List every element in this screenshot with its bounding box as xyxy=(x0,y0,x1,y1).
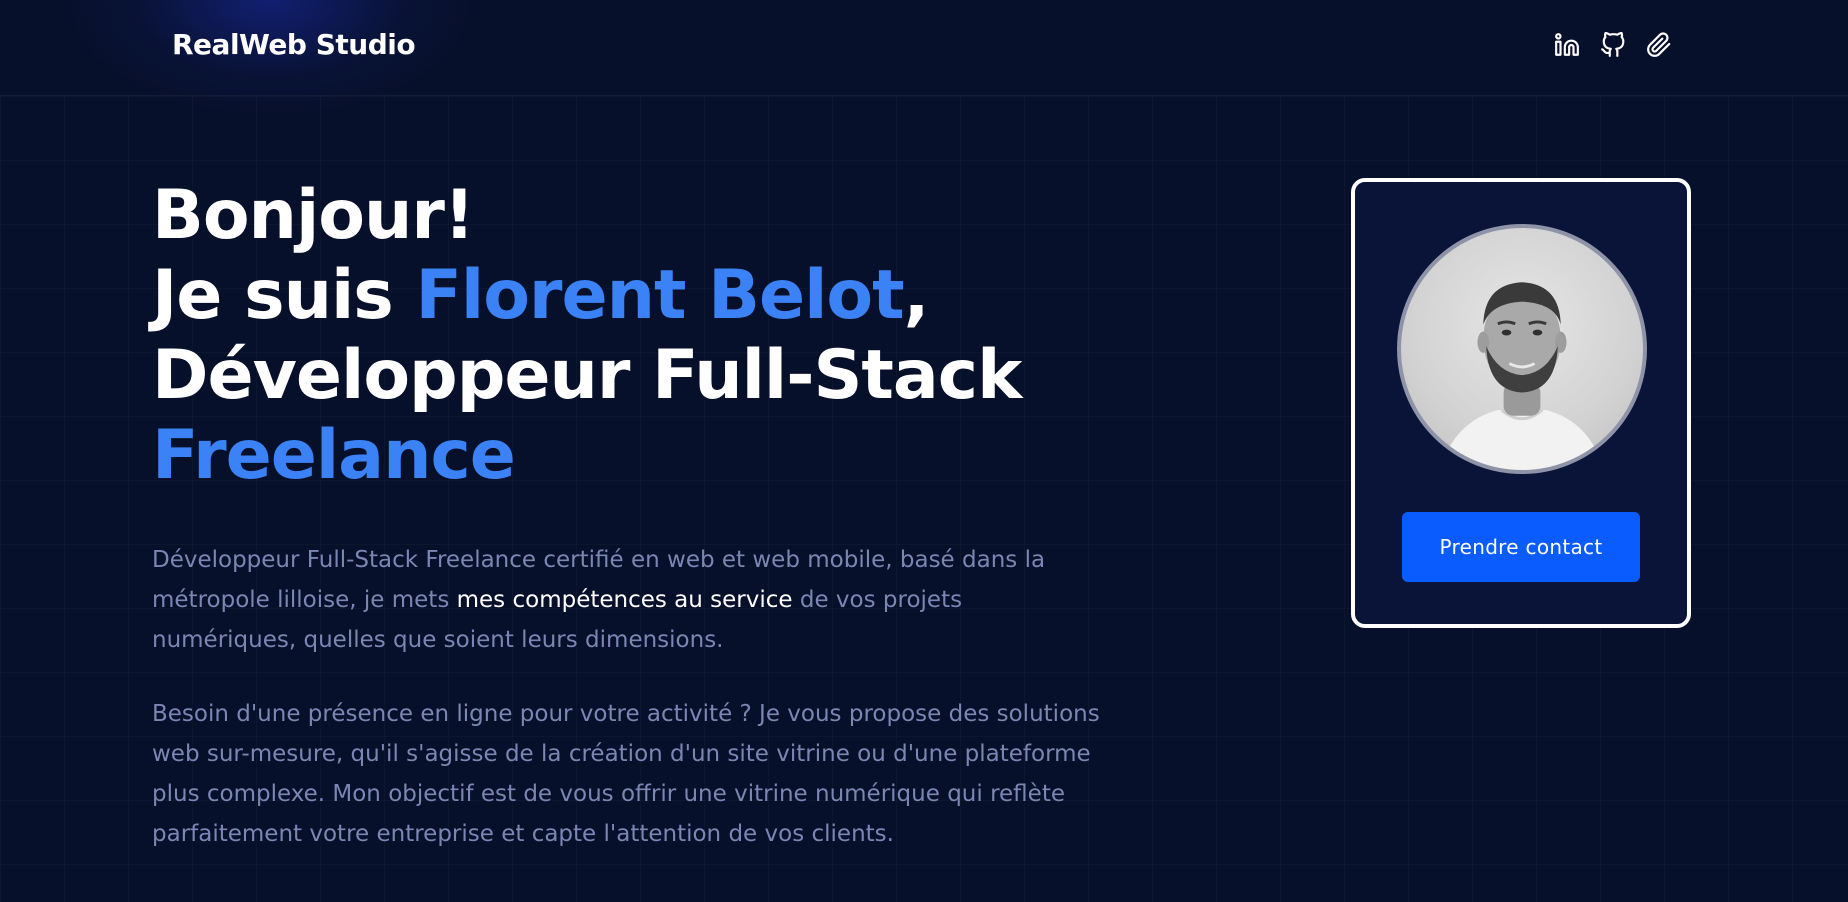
contact-button[interactable]: Prendre contact xyxy=(1402,512,1640,582)
hero-pitch: Besoin d'une présence en ligne pour votr… xyxy=(152,701,1100,847)
hero-role: Développeur Full-Stack xyxy=(152,336,1022,415)
hero-description-highlight: mes compétences au service xyxy=(456,587,793,613)
hero-role-accent: Freelance xyxy=(152,416,516,495)
hero-intro: Je suis xyxy=(152,256,416,335)
hero-heading: Bonjour! Je suis Florent Belot, Développ… xyxy=(152,176,1112,496)
profile-card: Prendre contact xyxy=(1351,178,1691,628)
github-icon[interactable] xyxy=(1600,32,1626,58)
linkedin-icon[interactable] xyxy=(1554,32,1580,58)
site-header: RealWeb Studio xyxy=(0,0,1848,96)
avatar xyxy=(1397,224,1647,474)
paperclip-icon[interactable] xyxy=(1646,32,1672,58)
hero-section: Bonjour! Je suis Florent Belot, Développ… xyxy=(152,176,1112,854)
social-links xyxy=(1554,32,1672,58)
hero-greeting: Bonjour! xyxy=(152,176,475,255)
site-logo[interactable]: RealWeb Studio xyxy=(172,28,416,61)
hero-description: Développeur Full-Stack Freelance certifi… xyxy=(152,540,1112,660)
hero-comma: , xyxy=(903,256,930,335)
hero-name: Florent Belot xyxy=(415,256,904,335)
